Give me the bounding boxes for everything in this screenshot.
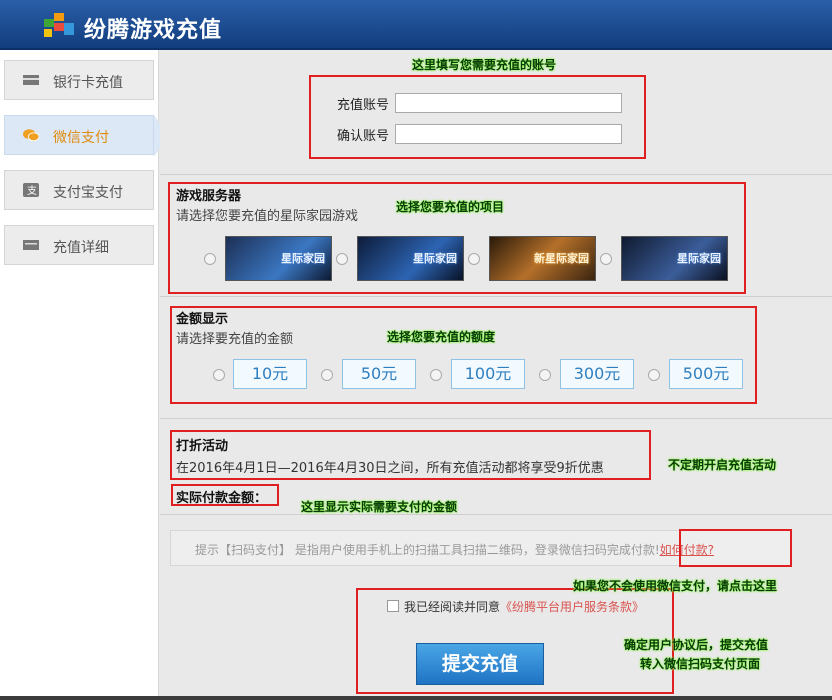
annotation-box-amount [170,306,757,404]
annotation-promo: 不定期开启充值活动 [668,458,777,472]
logo-icon [44,13,74,37]
annotation-amount: 选择您要充值的额度 [387,330,496,344]
annotation-actual: 这里显示实际需要支付的金额 [301,500,458,514]
bottom-bar [0,696,832,700]
annotation-box-howto [679,529,792,567]
tip-text: 提示【扫码支付】 是指用户使用手机上的扫描工具扫描二维码，登录微信扫码完成付款!… [195,541,714,558]
divider [160,514,832,515]
annotation-account: 这里填写您需要充值的账号 [412,58,557,72]
card-icon [23,75,39,85]
sidebar-item-details[interactable]: 充值详细 [4,225,154,265]
sidebar-item-alipay[interactable]: 支 支付宝支付 [4,170,154,210]
sidebar-item-bank-card[interactable]: 银行卡充值 [4,60,154,100]
wechat-icon [23,129,39,142]
annotation-submit-2: 转入微信扫码支付页面 [640,657,761,671]
header-bar: 纷腾游戏充值 [0,0,832,50]
divider [160,174,832,175]
sidebar-item-label: 银行卡充值 [53,75,123,91]
detail-icon [23,240,39,250]
divider [160,418,832,419]
sidebar: 银行卡充值 微信支付 支 支付宝支付 充值详细 [0,50,159,700]
divider [160,296,832,297]
sidebar-item-label: 微信支付 [53,130,109,146]
app-title: 纷腾游戏充值 [84,18,223,43]
annotation-submit-1: 确定用户协议后，提交充值 [624,638,769,652]
tip-message: 提示【扫码支付】 是指用户使用手机上的扫描工具扫描二维码，登录微信扫码完成付款! [195,543,660,557]
alipay-icon: 支 [23,183,39,197]
annotation-box-actual [171,484,279,506]
sidebar-item-label: 充值详细 [53,240,109,256]
annotation-server: 选择您要充值的项目 [396,200,505,214]
svg-text:支: 支 [27,185,37,197]
sidebar-item-wechat[interactable]: 微信支付 [4,115,154,155]
annotation-howto: 如果您不会使用微信支付，请点击这里 [573,579,778,593]
annotation-box-promo [170,430,651,480]
sidebar-item-label: 支付宝支付 [53,185,123,201]
annotation-box-account [309,75,646,159]
